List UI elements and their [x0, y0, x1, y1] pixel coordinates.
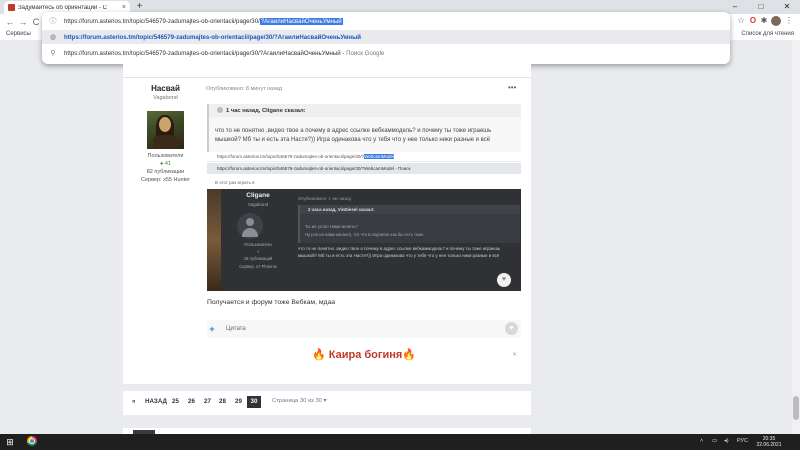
suggestion-search-text: https://forum.asterios.tm/topic/546579-z… — [64, 49, 341, 57]
post-text: Получается и форум тоже Вебкам, мдаа — [207, 299, 336, 306]
clock-date: 22.06.2021 — [756, 442, 782, 448]
embedded-rep: 4 — [256, 249, 260, 254]
post-more-menu[interactable]: ••• — [508, 83, 516, 92]
address-selection: ?АгаилиНасвайОченьУмный — [259, 17, 343, 25]
pagination-page[interactable]: 28 — [219, 398, 226, 405]
address-text: https://forum.asterios.tm/topic/546579-z… — [64, 17, 260, 25]
reload-button[interactable]: C — [30, 16, 42, 28]
address-input[interactable]: ⓘ https://forum.asterios.tm/topic/546579… — [42, 14, 730, 28]
author-reputation: ● 41 — [160, 161, 171, 167]
profile-avatar[interactable] — [771, 16, 781, 26]
quote-button[interactable]: Цитата — [226, 326, 246, 332]
tab-close-icon[interactable]: × — [122, 4, 126, 11]
pagination-page[interactable]: 27 — [204, 398, 211, 405]
like-heart-icon[interactable]: ♥ — [505, 322, 518, 335]
embedded-suggestion: https://forum.asterios.tm/topic/546579-z… — [207, 163, 521, 174]
divider — [123, 77, 531, 78]
forward-button[interactable]: → — [17, 16, 29, 28]
network-icon[interactable]: ▭ — [712, 438, 717, 444]
embedded-quote-header: 2 часа назад, VinDiesel сказал: — [300, 205, 520, 214]
quote-header[interactable]: 1 час назад, Cligane сказал: — [207, 104, 521, 117]
author-group: Пользователи — [147, 153, 184, 159]
extensions-icon[interactable]: ✱ — [759, 16, 769, 26]
author-rank: Vagabond — [153, 95, 178, 101]
back-button[interactable]: ← — [4, 16, 16, 28]
embedded-author-rank: Vagabond — [247, 202, 269, 207]
author-avatar[interactable] — [147, 111, 184, 149]
info-icon: ⓘ — [49, 18, 57, 25]
pagination-prev-icon[interactable]: « — [132, 398, 135, 405]
site-favicon-icon — [8, 4, 15, 11]
omnibox-dropdown: ⓘ https://forum.asterios.tm/topic/546579… — [42, 12, 730, 64]
embedded-like-icon: ♥ — [497, 273, 511, 287]
pagination-info[interactable]: Страница 30 из 30 ▾ — [272, 398, 326, 404]
quote-icon — [217, 107, 223, 113]
close-window-button[interactable]: ✕ — [774, 0, 800, 14]
embedded-group: Пользователи — [244, 242, 272, 247]
embedded-quote-line: Ну рэп на нами канале), тот что в подпис… — [305, 232, 425, 237]
embedded-background — [207, 189, 221, 291]
embedded-timestamp: Опубликовано: 1 час назад — [298, 196, 351, 201]
scrollbar-thumb[interactable] — [793, 396, 799, 420]
embedded-posts: 16 публикаций — [243, 256, 273, 261]
post-actions-bar — [207, 320, 521, 338]
signature: 🔥 Каира богиня🔥 — [312, 349, 416, 361]
suggestion-search[interactable]: ⚲ https://forum.asterios.tm/topic/546579… — [42, 46, 730, 60]
pagination-page[interactable]: 29 — [235, 398, 242, 405]
embedded-toolbar: В этот раз играть в — [215, 180, 255, 185]
opera-icon[interactable]: O — [748, 16, 758, 26]
suggestion-url[interactable]: ◍ https://forum.asterios.tm/topic/546579… — [42, 30, 730, 44]
pagination — [123, 391, 531, 415]
bookmark-services[interactable]: Сервисы — [6, 31, 31, 37]
clock[interactable]: 20:35 22.06.2021 — [752, 436, 786, 448]
quote-text: что то не понятно ,видео твое а почему в… — [215, 128, 492, 143]
windows-start-icon[interactable]: ⊞ — [5, 437, 15, 447]
chrome-icon[interactable] — [27, 436, 37, 446]
author-posts: 82 публикации — [146, 169, 185, 175]
pagination-current[interactable]: 30 — [247, 396, 261, 408]
embedded-author-name: Cligane — [246, 192, 270, 199]
pagination-page[interactable]: 26 — [188, 398, 195, 405]
volume-icon[interactable]: ◂) — [724, 438, 729, 444]
tray-up-icon[interactable]: ˄ — [700, 438, 703, 444]
embedded-address-bar: https://forum.asterios.tm/topic/546579-z… — [207, 152, 521, 162]
new-tab-button[interactable]: + — [134, 2, 145, 12]
embedded-avatar — [237, 213, 263, 239]
embedded-quote-line: Ты же устал Нами менять? — [305, 224, 358, 229]
taskbar — [0, 434, 800, 450]
scrollbar[interactable] — [792, 40, 800, 434]
embedded-post-text: что то не понятно ,видео твое а почему в… — [298, 246, 501, 258]
multiquote-plus-icon[interactable]: + — [207, 324, 217, 334]
search-engine-label: - Поиск Google — [342, 49, 385, 57]
maximize-button[interactable]: □ — [748, 0, 774, 14]
embedded-server: Сервер: x7 Phoenix — [239, 264, 277, 269]
pagination-page[interactable]: 25 — [172, 398, 179, 405]
language-indicator[interactable]: РУС — [737, 438, 748, 444]
signature-close-icon[interactable]: ✕ — [512, 351, 517, 358]
pagination-back[interactable]: НАЗАД — [145, 398, 167, 405]
author-name[interactable]: Насвай — [123, 84, 208, 93]
author-server: Сервер: x55 Hunter — [140, 177, 191, 183]
search-icon: ⚲ — [50, 50, 56, 57]
star-icon[interactable]: ☆ — [736, 16, 746, 26]
tab-title: Задумайтесь об ориентации - С — [18, 4, 107, 11]
globe-icon: ◍ — [49, 34, 57, 41]
menu-icon[interactable]: ⋮ — [784, 16, 794, 26]
reading-list[interactable]: Список для чтения — [741, 31, 794, 37]
post-timestamp: Опубликовано: 8 минут назад — [206, 86, 282, 92]
suggestion-url-text: https://forum.asterios.tm/topic/546579-z… — [64, 33, 362, 41]
